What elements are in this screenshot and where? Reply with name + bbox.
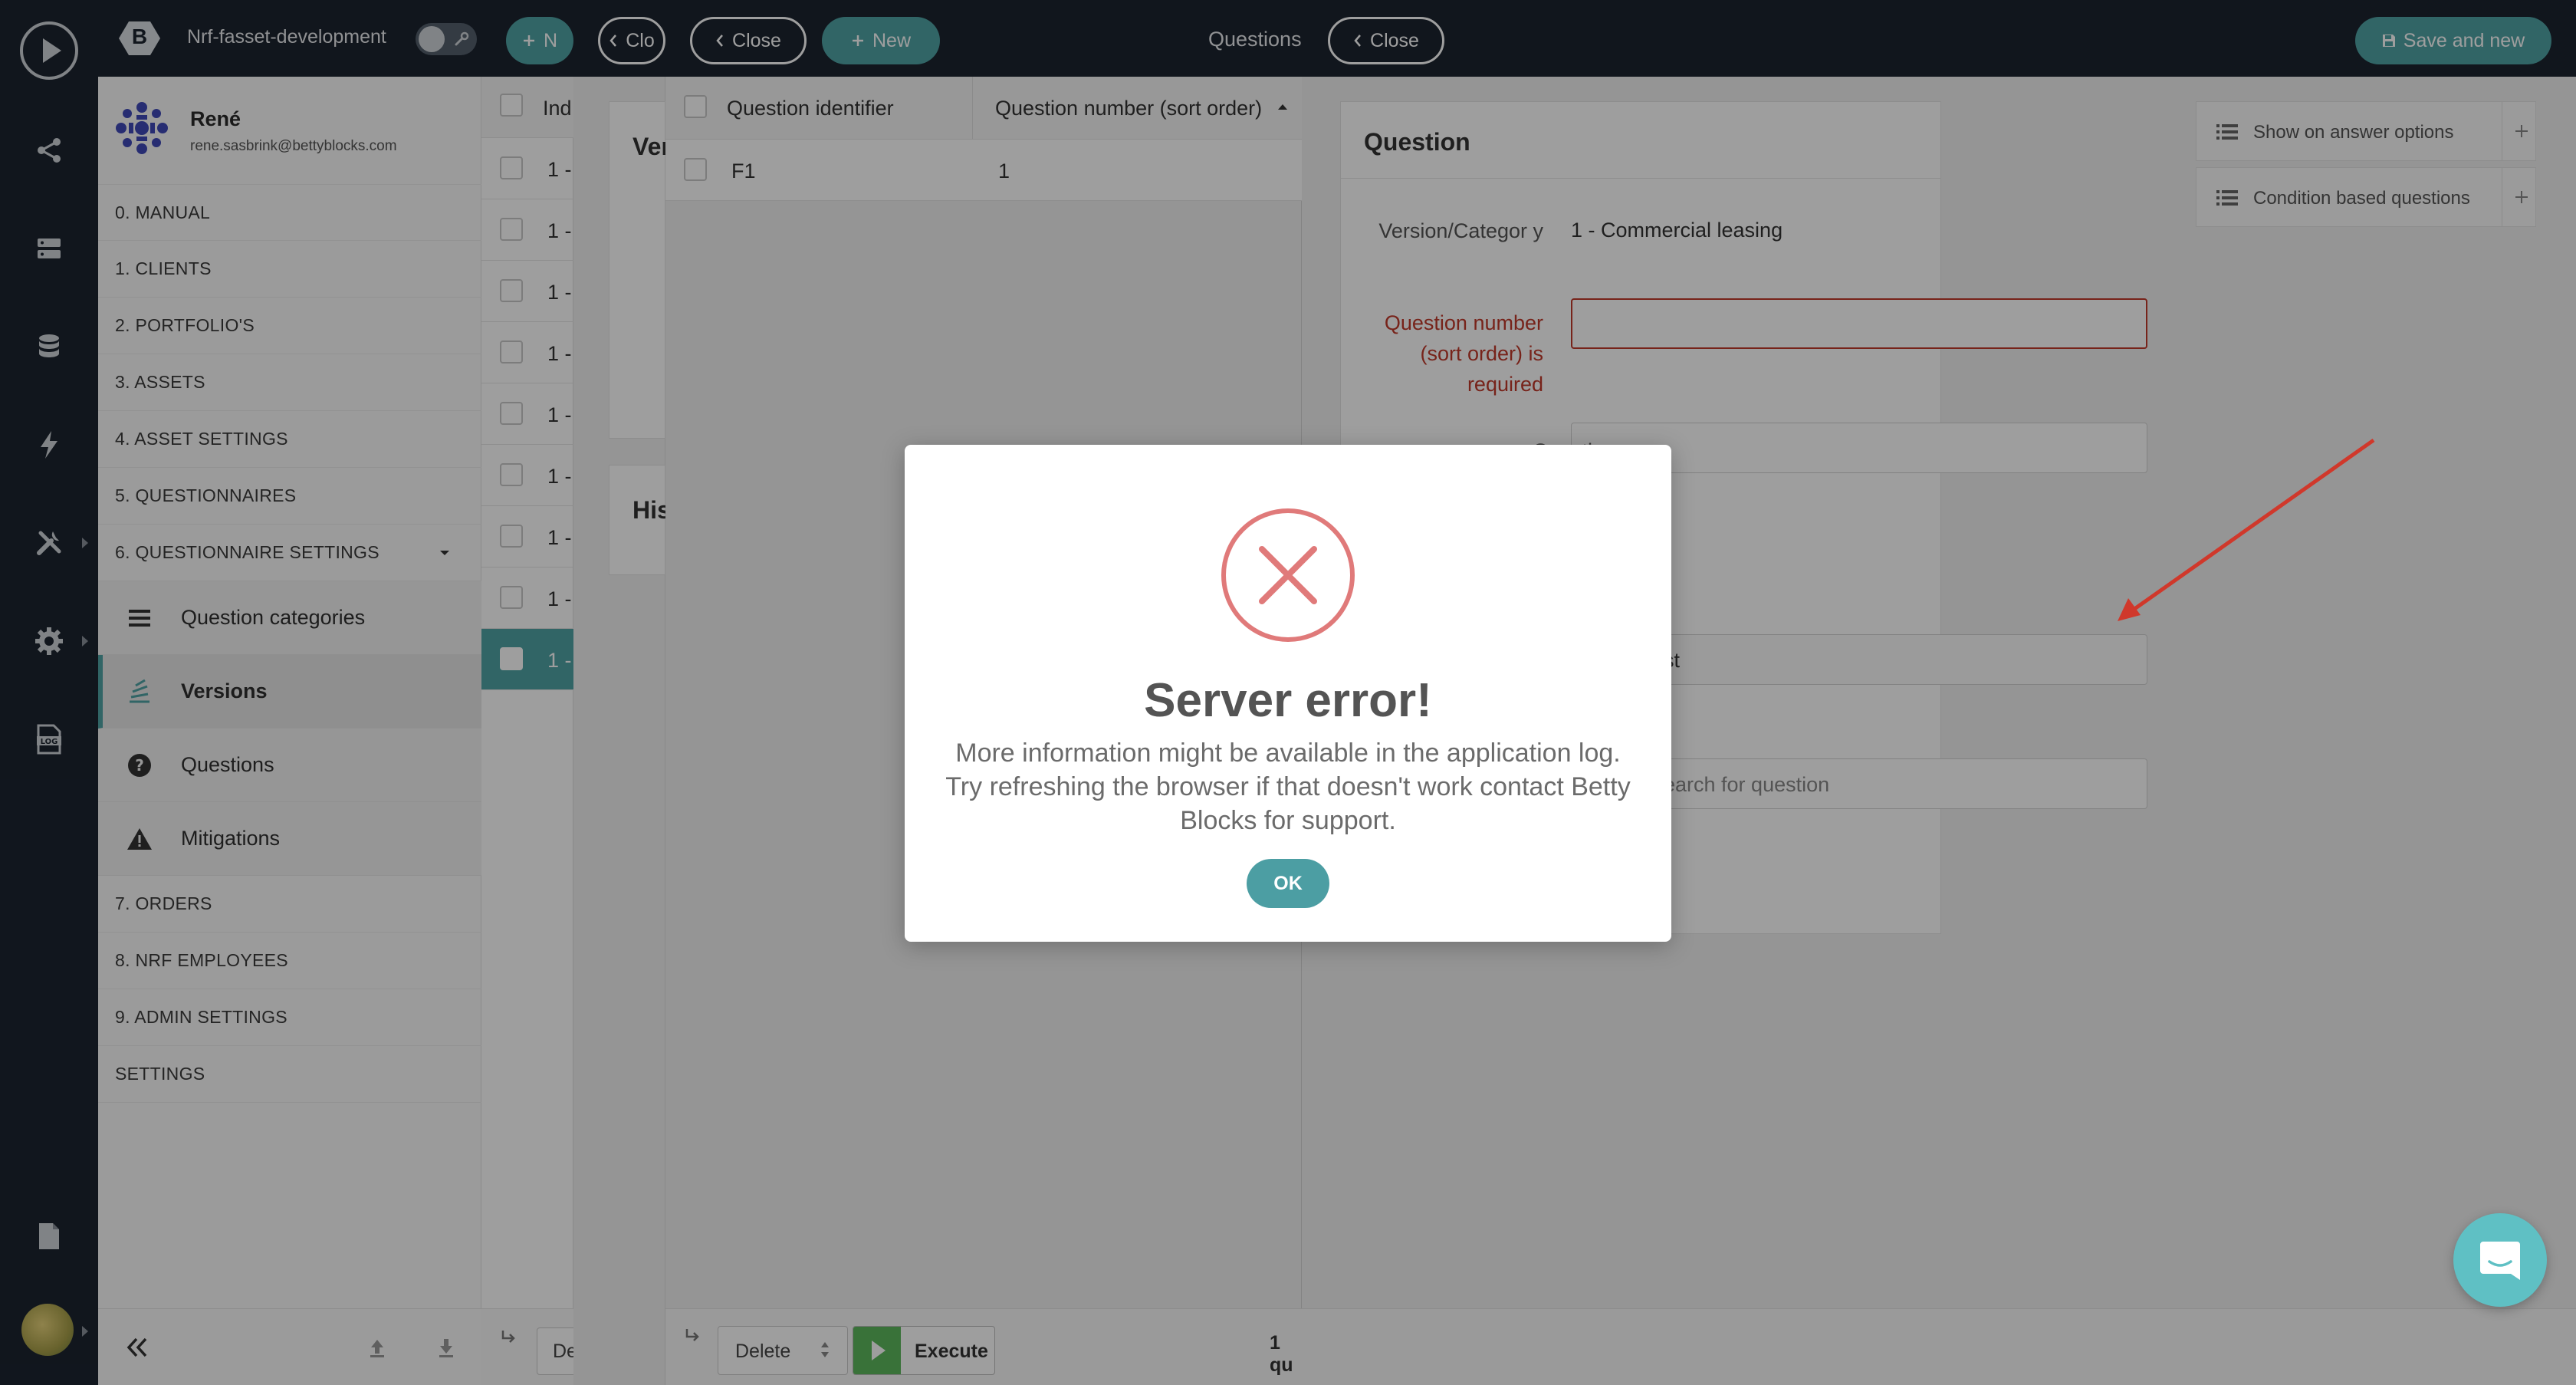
- error-title: Server error!: [1144, 674, 1432, 727]
- chat-icon: [2479, 1239, 2522, 1281]
- annotation-arrow-icon: [2101, 429, 2392, 637]
- error-x-icon: [1219, 506, 1357, 644]
- error-message: More information might be available in t…: [945, 739, 1631, 835]
- error-dialog: Server error! More information might be …: [905, 445, 1671, 942]
- chat-launcher[interactable]: [2453, 1213, 2547, 1307]
- ok-button[interactable]: OK: [1247, 859, 1329, 908]
